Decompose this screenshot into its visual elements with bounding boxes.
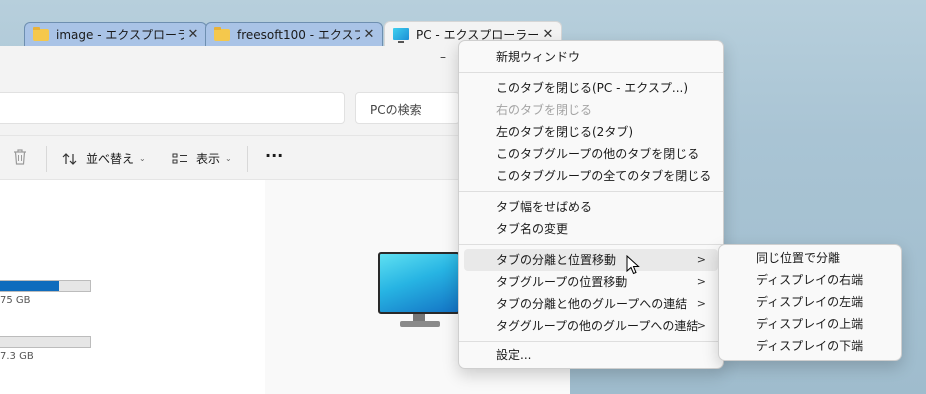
detach-submenu: 同じ位置で分離 ディスプレイの右端 ディスプレイの左端 ディスプレイの上端 ディ… [718, 244, 902, 361]
drive-usage-bar [0, 336, 91, 348]
menu-item-close-all-tabs-in-group[interactable]: このタブグループの全てのタブを閉じる [464, 165, 718, 187]
menu-item-close-other-tabs-in-group[interactable]: このタブグループの他のタブを閉じる [464, 143, 718, 165]
menu-item-close-this-tab[interactable]: このタブを閉じる(PC - エクスプ...) [464, 77, 718, 99]
view-button[interactable]: 表示 ⌄ [172, 150, 232, 167]
delete-button[interactable] [12, 148, 28, 166]
menu-item-label: このタブを閉じる(PC - エクスプ...) [496, 81, 689, 95]
submenu-item-display-top-edge[interactable]: ディスプレイの上端 [724, 313, 896, 335]
divider [46, 146, 47, 172]
menu-item-label: タブ幅をせばめる [496, 200, 593, 214]
drive-usage-bar [0, 280, 91, 292]
close-icon[interactable]: ✕ [184, 27, 202, 42]
pc-icon [393, 28, 409, 43]
pc-monitor-icon [378, 252, 460, 316]
view-label: 表示 [196, 152, 221, 166]
menu-item-detach-move-tab[interactable]: タブの分離と位置移動 > [464, 249, 718, 271]
submenu-item-display-left-edge[interactable]: ディスプレイの左端 [724, 291, 896, 313]
menu-item-label: タブの分離と他のグループへの連結 [496, 297, 688, 311]
menu-item-label: ディスプレイの上端 [756, 317, 864, 331]
menu-item-label: タググループの他のグループへの連結 [496, 319, 699, 333]
submenu-item-display-bottom-edge[interactable]: ディスプレイの下端 [724, 335, 896, 357]
menu-item-close-right-tabs[interactable]: 右のタブを閉じる [464, 99, 718, 121]
folder-icon [33, 26, 49, 41]
chevron-down-icon: ⌄ [225, 154, 232, 163]
monitor-base [400, 321, 440, 327]
menu-item-label: このタブグループの全てのタブを閉じる [496, 169, 712, 183]
tab-label: freesoft100 - エクスプ… [237, 28, 360, 42]
mouse-cursor-icon [626, 255, 640, 275]
tab-image[interactable]: image - エクスプローラー ✕ [24, 22, 207, 46]
menu-separator [459, 244, 723, 245]
menu-item-label: タブ名の変更 [496, 222, 569, 236]
drive-usage-fill [0, 281, 60, 291]
menu-item-label: 右のタブを閉じる [496, 103, 593, 117]
submenu-item-display-right-edge[interactable]: ディスプレイの右端 [724, 269, 896, 291]
menu-item-label: タブグループの位置移動 [496, 275, 628, 289]
sort-button[interactable]: 並べ替え ⌄ [62, 150, 146, 167]
menu-item-detach-join-other-group[interactable]: タブの分離と他のグループへの連結 > [464, 293, 718, 315]
tab-context-menu: 新規ウィンドウ このタブを閉じる(PC - エクスプ...) 右のタブを閉じる … [458, 40, 724, 369]
submenu-item-detach-in-place[interactable]: 同じ位置で分離 [724, 247, 896, 269]
monitor-screen [378, 252, 460, 314]
minimize-button[interactable]: – [440, 50, 446, 64]
drive-size-text: 75 GB [0, 295, 31, 306]
folder-icon [214, 26, 230, 41]
menu-item-close-left-tabs[interactable]: 左のタブを閉じる(2タブ) [464, 121, 718, 143]
menu-item-label: このタブグループの他のタブを閉じる [496, 147, 700, 161]
chevron-right-icon: > [696, 253, 706, 266]
menu-item-rename-tab[interactable]: タブ名の変更 [464, 218, 718, 240]
menu-item-label: 同じ位置で分離 [756, 251, 841, 265]
chevron-right-icon: > [696, 297, 706, 310]
search-input[interactable]: PCの検索 [355, 92, 460, 124]
menu-item-move-tab-group[interactable]: タブグループの位置移動 > [464, 271, 718, 293]
tab-freesoft100[interactable]: freesoft100 - エクスプ… ✕ [205, 22, 383, 46]
menu-item-new-window[interactable]: 新規ウィンドウ [464, 46, 718, 68]
close-icon[interactable]: ✕ [360, 27, 378, 42]
view-icon [172, 153, 187, 163]
menu-item-settings[interactable]: 設定... [464, 344, 718, 366]
chevron-right-icon: > [696, 275, 706, 288]
menu-item-label: 左のタブを閉じる(2タブ) [496, 125, 633, 139]
menu-separator [459, 72, 723, 73]
trash-icon [14, 149, 26, 165]
search-placeholder: PCの検索 [370, 103, 422, 117]
tab-label: image - エクスプローラー [56, 28, 184, 42]
chevron-down-icon: ⌄ [139, 154, 146, 163]
menu-item-narrow-tab-width[interactable]: タブ幅をせばめる [464, 196, 718, 218]
menu-item-label: 新規ウィンドウ [496, 50, 581, 64]
menu-item-label: ディスプレイの右端 [756, 273, 864, 287]
menu-separator [459, 191, 723, 192]
more-button[interactable]: ··· [265, 146, 283, 165]
menu-separator [459, 341, 723, 342]
drives-panel: 75 GB 7.3 GB [0, 180, 265, 394]
menu-item-join-group-to-other[interactable]: タググループの他のグループへの連結 > [464, 315, 718, 337]
sort-label: 並べ替え [86, 152, 135, 166]
menu-item-label: 設定... [496, 348, 532, 362]
menu-item-label: ディスプレイの下端 [756, 339, 864, 353]
sort-icon [62, 152, 77, 165]
menu-item-label: タブの分離と位置移動 [496, 253, 617, 267]
divider [247, 146, 248, 172]
address-bar[interactable] [0, 92, 345, 124]
drive-size-text: 7.3 GB [0, 351, 34, 362]
menu-item-label: ディスプレイの左端 [756, 295, 864, 309]
chevron-right-icon: > [696, 319, 706, 332]
more-icon: ··· [265, 146, 284, 165]
